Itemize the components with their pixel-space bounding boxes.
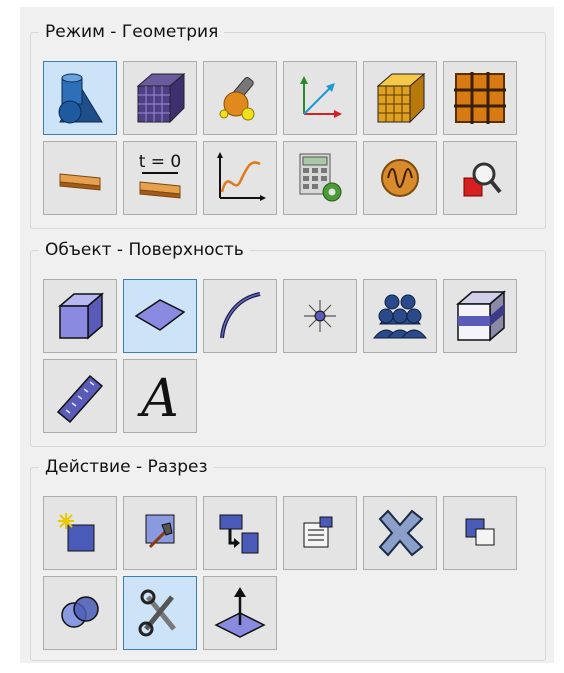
edit-build-icon	[145, 514, 175, 549]
intersect-button[interactable]	[43, 576, 117, 650]
edit-build-button[interactable]	[123, 496, 197, 570]
zoom-inspect-icon	[463, 162, 502, 197]
orange-mesh-cube-icon	[376, 72, 426, 124]
properties-button[interactable]	[283, 496, 357, 570]
calculator-settings-icon	[299, 153, 342, 202]
cut-plane-icon	[214, 587, 266, 638]
mesh-cube-icon	[136, 72, 186, 124]
object-surface-group: Объект - Поверхность A	[30, 239, 546, 447]
cut-scissors-icon	[138, 589, 176, 637]
duplicate-icon	[465, 518, 495, 546]
results-plot-icon	[217, 152, 266, 201]
results-plot-button[interactable]	[203, 141, 277, 215]
time-dependent-button[interactable]: t = 0	[123, 141, 197, 215]
text-annotation-icon: A	[137, 369, 179, 426]
properties-icon	[303, 516, 333, 548]
toolbar-panel: Режим - Геометрия t = 0 Объект - Поверхн…	[20, 7, 554, 663]
coordinate-axes-icon	[300, 76, 342, 118]
geometry-button[interactable]	[43, 61, 117, 135]
stationary-study-button[interactable]	[43, 141, 117, 215]
curve-edge-icon	[220, 292, 261, 339]
action-group-title: Действие - Разрез	[39, 456, 214, 478]
signal-wave-icon	[381, 159, 419, 197]
t0-label: t = 0	[139, 152, 182, 172]
delete-cross-icon	[378, 509, 424, 557]
zoom-inspect-button[interactable]	[443, 141, 517, 215]
object-group-button[interactable]	[363, 279, 437, 353]
object-group-title: Объект - Поверхность	[39, 239, 250, 261]
mode-geometry-group: Режим - Геометрия t = 0	[30, 21, 546, 229]
transfer-button[interactable]	[203, 496, 277, 570]
orange-mesh-button[interactable]	[363, 61, 437, 135]
point-vertex-icon	[304, 300, 336, 332]
curve-button[interactable]	[203, 279, 277, 353]
time-dependent-study-icon: t = 0	[139, 152, 182, 199]
point-button[interactable]	[283, 279, 357, 353]
object-group-icon	[372, 294, 428, 339]
text-button[interactable]: A	[123, 359, 197, 433]
cut-plane-button[interactable]	[203, 576, 277, 650]
intersect-icon	[61, 596, 99, 628]
physics-tools-icon	[219, 77, 255, 121]
new-object-icon	[58, 513, 95, 552]
new-object-button[interactable]	[43, 496, 117, 570]
cut-button[interactable]	[123, 576, 197, 650]
grid-window-icon	[454, 72, 506, 124]
delete-button[interactable]	[363, 496, 437, 570]
duplicate-button[interactable]	[443, 496, 517, 570]
geometry-shapes-icon	[58, 73, 103, 124]
shaded-box-button[interactable]	[443, 279, 517, 353]
transfer-icon	[219, 514, 259, 554]
mode-group-title: Режим - Геометрия	[39, 21, 225, 43]
mesh-button[interactable]	[123, 61, 197, 135]
domain-button[interactable]	[43, 279, 117, 353]
domain-cube-icon	[57, 292, 105, 340]
action-section-group: Действие - Разрез	[30, 456, 546, 661]
ruler-measure-icon	[56, 374, 104, 424]
shaded-box-icon	[455, 290, 507, 342]
grid-button[interactable]	[443, 61, 517, 135]
surface-button[interactable]	[123, 279, 197, 353]
stationary-study-icon	[59, 173, 101, 191]
signal-button[interactable]	[363, 141, 437, 215]
surface-icon	[134, 299, 186, 331]
calculator-button[interactable]	[283, 141, 357, 215]
text-annotation-label: A	[137, 369, 179, 426]
measure-button[interactable]	[43, 359, 117, 433]
coordinate-system-button[interactable]	[283, 61, 357, 135]
physics-button[interactable]	[203, 61, 277, 135]
